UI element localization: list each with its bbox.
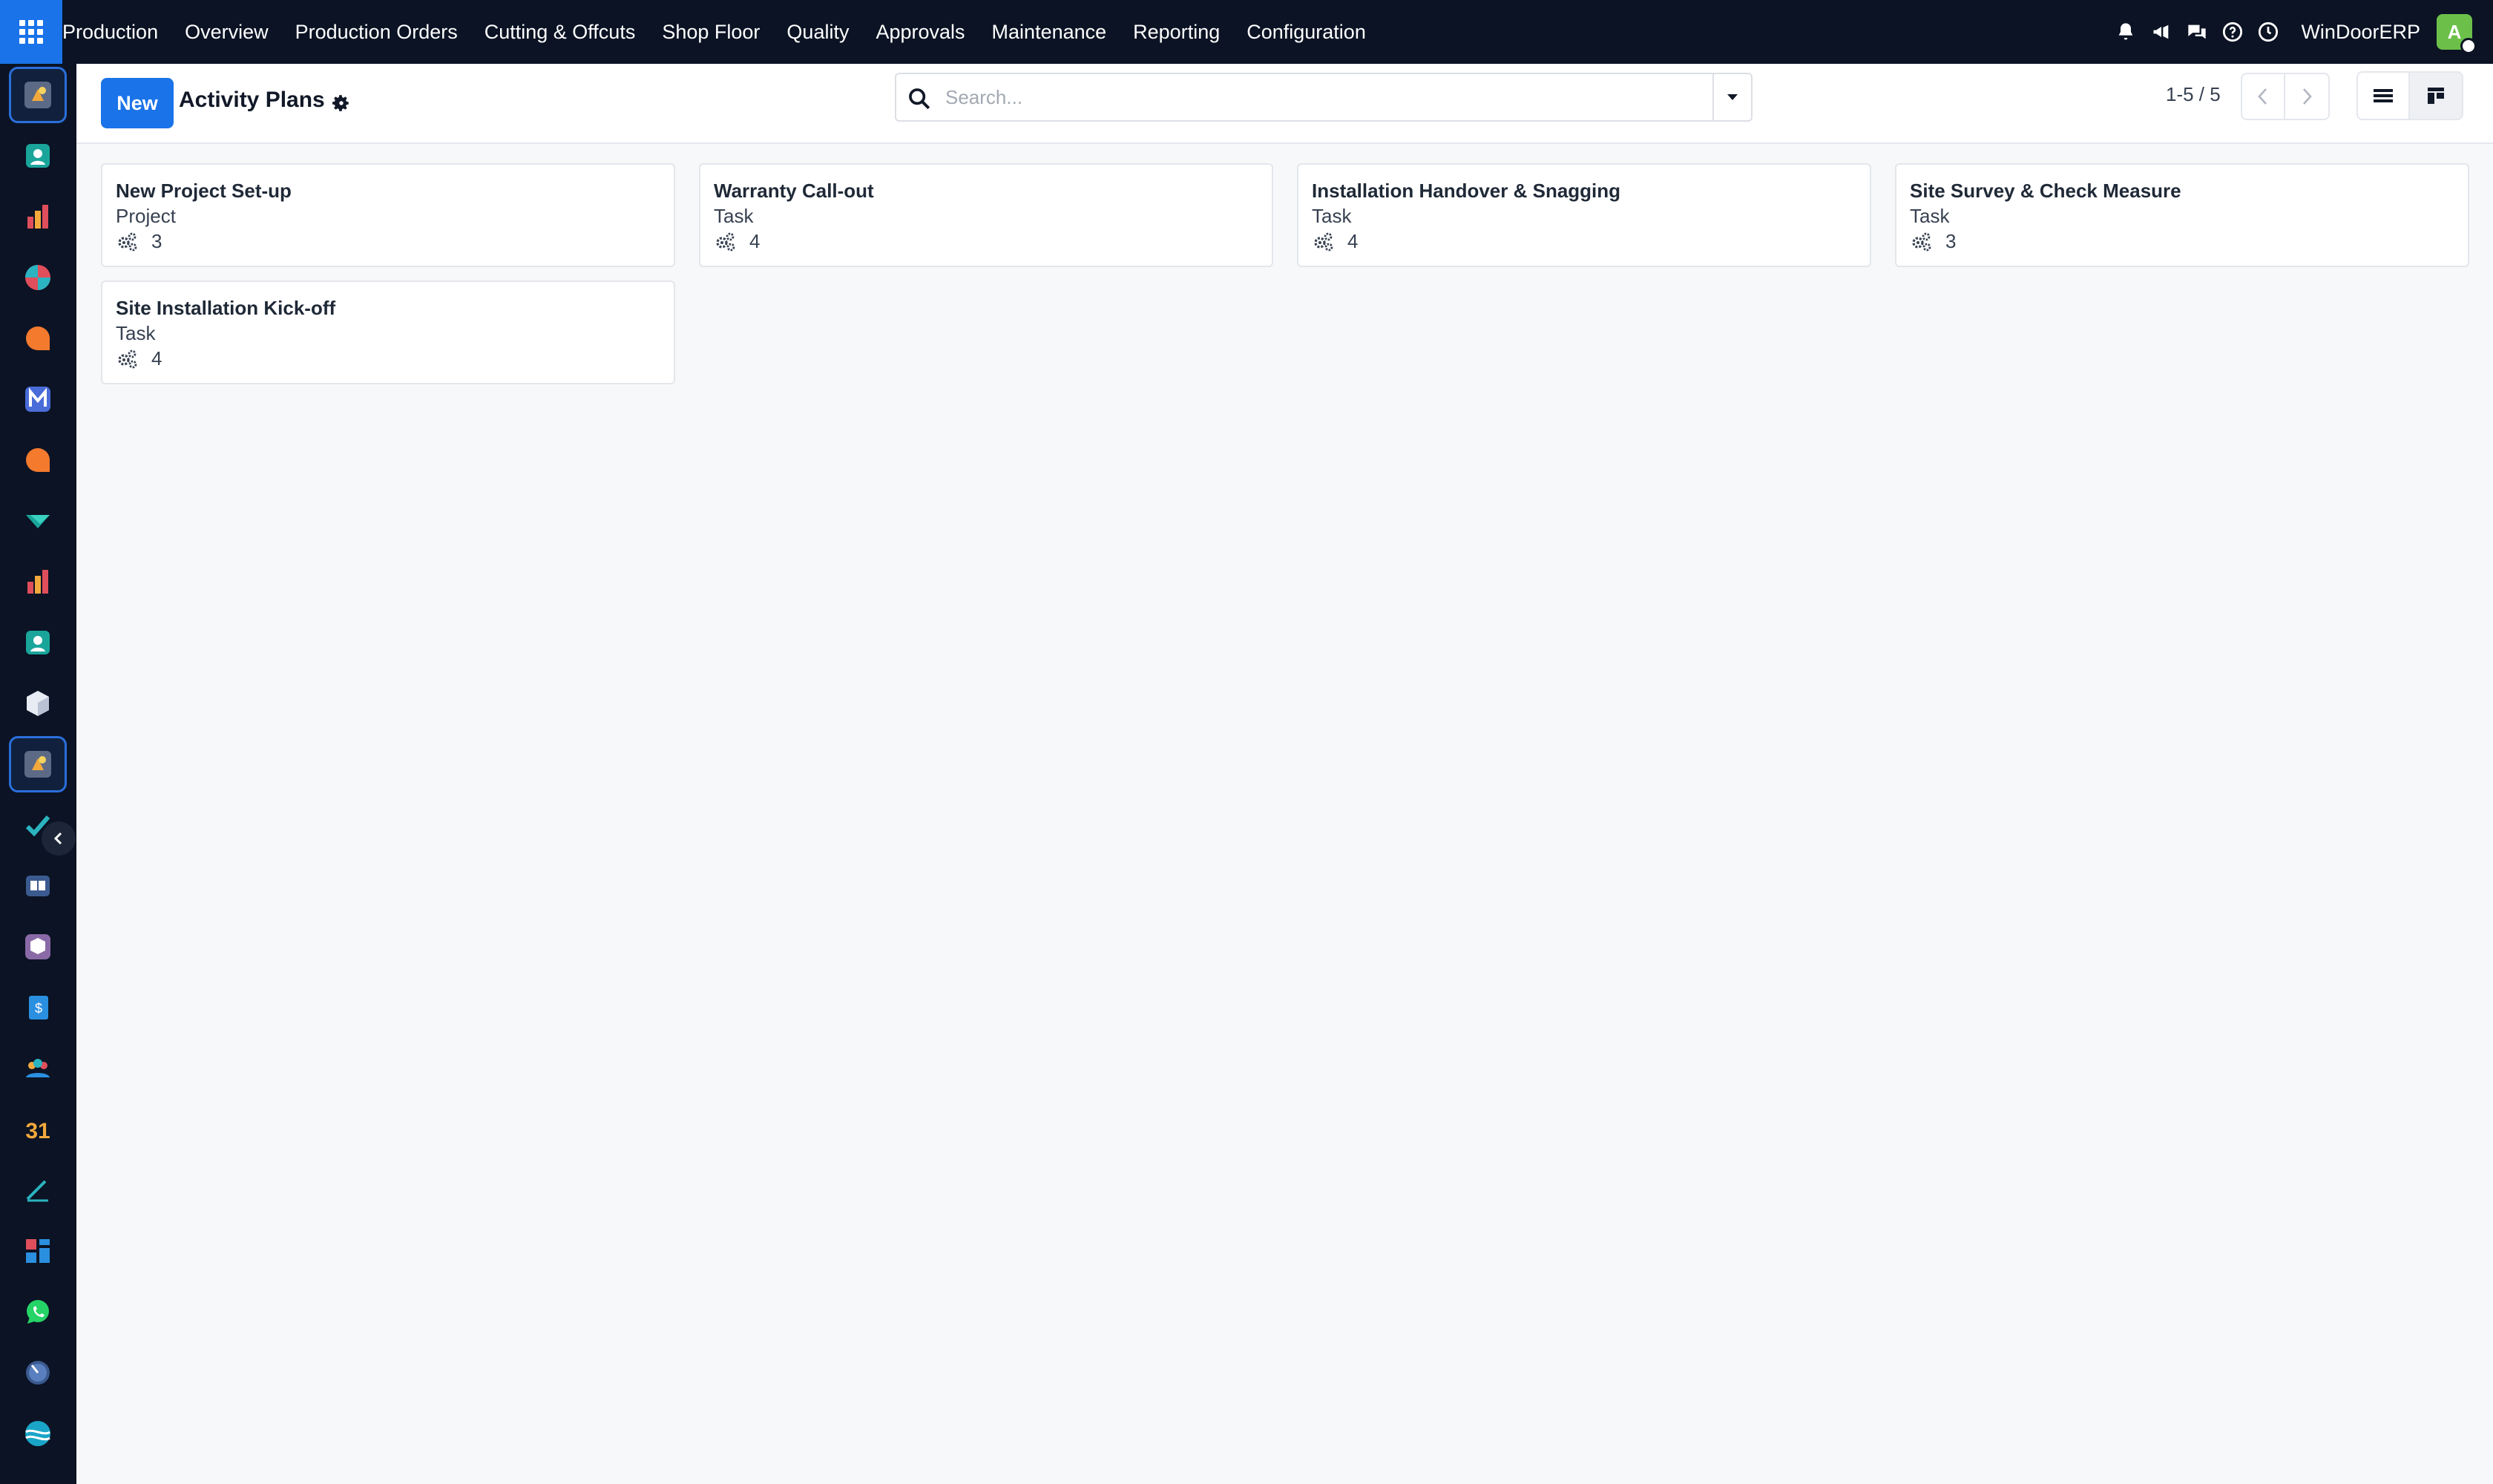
menu-shop-floor[interactable]: Shop Floor xyxy=(648,0,773,64)
search-input[interactable] xyxy=(945,80,1687,114)
activity-plan-card[interactable]: Installation Handover & Snagging Task 4 xyxy=(1297,163,1871,267)
app-sign-icon[interactable] xyxy=(9,1162,67,1218)
gear-icon[interactable] xyxy=(330,92,352,114)
gears-icon xyxy=(1912,232,1931,252)
apps-menu-button[interactable] xyxy=(0,0,62,64)
card-meta: 4 xyxy=(714,229,1272,254)
app-inventory-icon[interactable] xyxy=(9,675,67,732)
activity-plan-card[interactable]: Site Installation Kick-off Task 4 xyxy=(101,280,675,384)
app-timer-icon[interactable] xyxy=(9,1345,67,1401)
activity-plan-card[interactable]: Warranty Call-out Task 4 xyxy=(699,163,1273,267)
gears-icon xyxy=(118,232,137,252)
main-menu: Production Overview Production Orders Cu… xyxy=(62,0,1379,64)
list-view-button[interactable] xyxy=(2356,71,2410,120)
menu-maintenance[interactable]: Maintenance xyxy=(979,0,1120,64)
menu-overview[interactable]: Overview xyxy=(171,0,282,64)
gears-icon xyxy=(716,232,735,252)
pager-previous-button[interactable] xyxy=(2241,73,2285,120)
app-sidebar: $ 31 xyxy=(0,64,76,1484)
menu-configuration[interactable]: Configuration xyxy=(1233,0,1379,64)
grid-icon xyxy=(19,20,43,44)
chevron-left-icon xyxy=(2258,88,2267,105)
app-cube-icon[interactable] xyxy=(9,919,67,975)
list-view-icon xyxy=(2374,89,2393,102)
chat-icon[interactable] xyxy=(2179,0,2215,64)
app-check-icon[interactable] xyxy=(9,493,67,549)
help-icon[interactable] xyxy=(2215,0,2250,64)
card-title: New Project Set-up xyxy=(116,180,292,202)
search-icon xyxy=(909,88,930,110)
page-title: Activity Plans xyxy=(179,88,325,112)
kanban-view-button[interactable] xyxy=(2410,71,2463,120)
menu-cutting-offcuts[interactable]: Cutting & Offcuts xyxy=(471,0,649,64)
systray: WinDoorERP A xyxy=(2108,0,2493,64)
search-options-toggle[interactable] xyxy=(1712,74,1751,120)
card-step-count: 4 xyxy=(749,229,761,252)
app-manufacturing-icon[interactable] xyxy=(9,736,67,792)
card-title: Site Installation Kick-off xyxy=(116,297,336,319)
card-meta: 4 xyxy=(116,346,674,371)
card-model: Task xyxy=(1312,205,1352,227)
card-meta: 3 xyxy=(1910,229,2468,254)
gears-icon xyxy=(118,349,137,369)
card-model: Task xyxy=(116,322,156,344)
app-mail-icon[interactable] xyxy=(9,371,67,427)
card-model: Project xyxy=(116,205,176,227)
card-meta: 3 xyxy=(116,229,674,254)
app-employees-icon[interactable] xyxy=(9,614,67,671)
avatar-initial: A xyxy=(2447,20,2462,43)
top-navbar: Production Overview Production Orders Cu… xyxy=(0,0,2493,64)
app-production-icon[interactable] xyxy=(9,67,67,123)
control-panel: New Activity Plans 1-5 / 5 xyxy=(76,64,2493,144)
menu-approvals[interactable]: Approvals xyxy=(862,0,978,64)
svg-text:$: $ xyxy=(35,1001,42,1016)
card-step-count: 4 xyxy=(1347,229,1359,252)
user-avatar[interactable]: A xyxy=(2437,14,2477,54)
menu-quality[interactable]: Quality xyxy=(773,0,862,64)
app-analytics-icon[interactable] xyxy=(9,554,67,610)
card-model: Task xyxy=(714,205,754,227)
card-step-count: 4 xyxy=(151,347,162,370)
menu-reporting[interactable]: Reporting xyxy=(1120,0,1233,64)
app-website-icon[interactable] xyxy=(9,1405,67,1462)
pager-next-button[interactable] xyxy=(2285,73,2330,120)
app-team-icon[interactable] xyxy=(9,1040,67,1097)
card-step-count: 3 xyxy=(1945,229,1957,252)
search-bar xyxy=(895,73,1753,122)
chevron-left-icon xyxy=(53,832,62,845)
activity-plan-card[interactable]: New Project Set-up Project 3 xyxy=(101,163,675,267)
app-discuss-icon[interactable] xyxy=(9,310,67,367)
caret-down-icon xyxy=(1727,94,1738,100)
app-calendar-icon[interactable]: 31 xyxy=(9,1101,67,1158)
pager-value[interactable]: 1-5 / 5 xyxy=(2166,83,2221,106)
new-button[interactable]: New xyxy=(101,78,174,128)
card-model: Task xyxy=(1910,205,1950,227)
app-invoicing-icon[interactable]: $ xyxy=(9,979,67,1036)
card-title: Site Survey & Check Measure xyxy=(1910,180,2181,202)
sidebar-collapse-button[interactable] xyxy=(42,821,76,856)
bell-icon[interactable] xyxy=(2108,0,2144,64)
app-pie-icon[interactable] xyxy=(9,249,67,306)
company-switcher[interactable]: WinDoorERP xyxy=(2301,21,2420,44)
card-step-count: 3 xyxy=(151,229,162,252)
card-title: Warranty Call-out xyxy=(714,180,874,202)
app-contacts-icon[interactable] xyxy=(9,128,67,184)
presence-indicator xyxy=(2460,38,2477,54)
activity-plan-card[interactable]: Site Survey & Check Measure Task 3 xyxy=(1895,163,2469,267)
kanban-view-icon xyxy=(2428,88,2444,104)
app-whatsapp-icon[interactable] xyxy=(9,1284,67,1340)
card-meta: 4 xyxy=(1312,229,1870,254)
app-dashboard-icon[interactable] xyxy=(9,1223,67,1279)
chevron-right-icon xyxy=(2303,88,2312,105)
gears-icon xyxy=(1314,232,1333,252)
app-reports-icon[interactable] xyxy=(9,188,67,245)
menu-production-orders[interactable]: Production Orders xyxy=(282,0,471,64)
clock-icon[interactable] xyxy=(2250,0,2286,64)
card-title: Installation Handover & Snagging xyxy=(1312,180,1621,202)
app-livechat-icon[interactable] xyxy=(9,432,67,488)
svg-text:31: 31 xyxy=(25,1119,50,1143)
menu-production[interactable]: Production xyxy=(62,0,171,64)
megaphone-icon[interactable] xyxy=(2144,0,2179,64)
app-knowledge-icon[interactable] xyxy=(9,858,67,914)
